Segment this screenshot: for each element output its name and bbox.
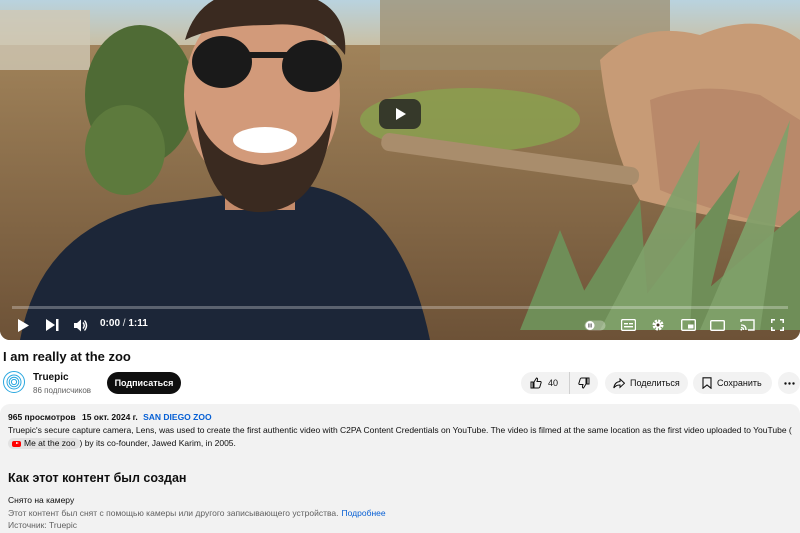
like-count: 40 [548,378,559,388]
player-controls: 0:00 / 1:11 [0,312,800,338]
like-dislike-group: 40 [521,372,598,394]
view-date-line: 965 просмотров 15 окт. 2024 г. SAN DIEGO… [8,412,212,422]
time-current: 0:00 [100,318,121,329]
save-label: Сохранить [717,378,762,388]
play-icon [18,318,29,332]
subtitles-button[interactable] [617,314,639,336]
video-frame [0,0,800,340]
cast-button[interactable] [736,314,758,336]
description-text-after: ) by its co-founder, Jawed Karim, in 200… [79,438,236,448]
provenance-detail: Этот контент был снят с помощью камеры и… [8,508,339,518]
thumbs-down-icon [578,377,590,389]
youtube-icon [12,440,21,447]
subtitles-icon [620,319,636,331]
fullscreen-button[interactable] [766,314,788,336]
upload-date: 15 окт. 2024 г. [81,412,138,422]
thumbs-up-icon [530,377,542,389]
subscriber-count: 86 подписчиков [33,386,92,395]
theater-mode-button[interactable] [706,314,728,336]
share-icon [613,377,625,389]
provenance-source: Источник: Truepic [8,520,78,530]
video-title: I am really at the zoo [3,349,131,364]
description-text: Truepic's secure capture camera, Lens, w… [8,424,792,450]
cast-icon [739,319,755,331]
miniplayer-button[interactable] [677,314,699,336]
description-box[interactable]: 965 просмотров 15 окт. 2024 г. SAN DIEGO… [0,404,800,533]
autoplay-toggle-icon [584,320,606,330]
channel-name[interactable]: Truepic [33,372,69,383]
more-horizontal-icon [783,381,795,385]
share-label: Поделиться [630,378,680,388]
autoplay-toggle[interactable] [583,314,607,336]
miniplayer-icon [680,319,696,331]
gear-icon [652,319,664,331]
like-button[interactable]: 40 [521,372,570,394]
channel-avatar[interactable] [3,371,25,393]
time-display: 0:00 / 1:11 [100,318,148,329]
play-button[interactable] [12,314,34,336]
skip-next-icon [45,319,58,331]
progress-bar[interactable] [12,306,788,309]
video-chip-label: Me at the zoo [24,438,76,449]
bookmark-icon [702,377,712,389]
settings-button[interactable] [647,314,669,336]
time-separator: / [120,318,129,329]
mute-button[interactable] [70,314,92,336]
save-button[interactable]: Сохранить [693,372,772,394]
video-chip-link[interactable]: Me at the zoo [8,438,80,450]
view-count: 965 просмотров [8,412,76,422]
provenance-label: Снято на камеру [8,495,75,505]
learn-more-link[interactable]: Подробнее [342,508,386,518]
provenance-detail-line: Этот контент был снят с помощью камеры и… [8,508,386,518]
hashtag-link[interactable]: SAN DIEGO ZOO [143,412,211,422]
theater-mode-icon [709,319,725,331]
video-player[interactable]: 0:00 / 1:11 [0,0,800,340]
dislike-button[interactable] [570,372,598,394]
share-button[interactable]: Поделиться [605,372,688,394]
fullscreen-icon [770,319,784,331]
description-text-before: Truepic's secure capture camera, Lens, w… [8,425,792,435]
volume-icon [73,319,87,331]
time-total: 1:11 [128,318,148,329]
play-icon [396,108,406,120]
provenance-heading: Как этот контент был создан [8,471,187,485]
more-actions-button[interactable] [778,372,800,394]
truepic-logo-icon [6,374,22,390]
subscribe-button[interactable]: Подписаться [107,372,181,394]
next-button[interactable] [41,314,63,336]
center-play-button[interactable] [379,99,421,129]
